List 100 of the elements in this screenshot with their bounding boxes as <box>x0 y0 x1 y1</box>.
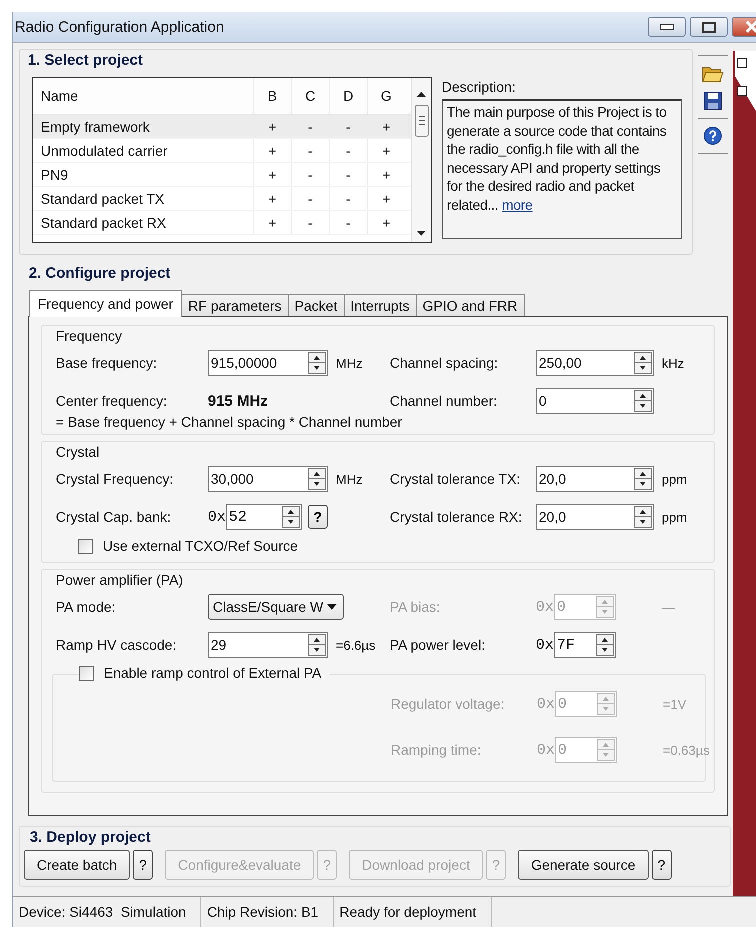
project-row[interactable]: Standard packet RX + - - + <box>33 211 411 235</box>
spin-field[interactable]: 7F <box>554 632 616 658</box>
status-text: Chip Revision: B1 <box>201 897 334 927</box>
project-row[interactable]: Standard packet TX + - - + <box>33 187 411 211</box>
unit-label: — <box>661 600 676 614</box>
status-text: Ready for deployment <box>334 897 492 927</box>
field-label: Channel number: <box>390 393 498 409</box>
group-title: Crystal <box>56 444 100 460</box>
spin-field[interactable]: 20,0 <box>536 504 654 530</box>
dropdown[interactable]: ClassE/Square W <box>208 594 344 620</box>
field-label: Ramp HV cascode: <box>56 637 178 653</box>
help-button[interactable]: ? <box>133 850 154 880</box>
section-title: 2. Configure project <box>29 265 172 282</box>
checkbox[interactable]: Use external TCXO/Ref Source <box>78 538 298 554</box>
action-button[interactable]: Create batch <box>24 850 130 880</box>
tab[interactable]: Interrupts <box>344 294 417 316</box>
more-link[interactable]: more <box>502 196 533 212</box>
field-label: Base frequency: <box>56 355 158 371</box>
column-header[interactable]: Name <box>33 88 253 104</box>
tab[interactable]: RF parameters <box>181 294 289 316</box>
spin-field[interactable]: 0 <box>536 388 654 414</box>
action-button[interactable]: Generate source <box>518 850 649 880</box>
hex-prefix: 0x <box>536 598 554 616</box>
spinner-icon[interactable] <box>634 468 652 490</box>
spin-field[interactable]: 250,00 <box>536 350 654 376</box>
tab[interactable]: Frequency and power <box>29 290 182 317</box>
help-button[interactable] <box>704 127 722 145</box>
table-cell: - <box>329 115 367 138</box>
table-cell: + <box>253 163 291 186</box>
minimize-button[interactable] <box>648 17 686 37</box>
spinner-icon[interactable] <box>596 634 614 656</box>
column-header[interactable]: D <box>329 78 367 114</box>
unit-label: ppm <box>661 472 688 486</box>
table-cell: - <box>291 115 329 138</box>
table-cell: + <box>367 115 405 138</box>
table-cell: - <box>329 187 367 210</box>
column-header[interactable]: B <box>253 78 291 114</box>
unit-label: =1V <box>662 696 688 712</box>
field-label: PA bias: <box>390 599 442 615</box>
spin-field[interactable]: 915,00000 <box>208 350 328 376</box>
field-label: Crystal Cap. bank: <box>56 509 172 525</box>
minimize-icon <box>660 24 674 30</box>
table-cell: + <box>253 211 291 234</box>
unit-label: MHz <box>335 472 364 486</box>
table-cell-text: Empty framework <box>40 118 151 134</box>
table-cell: + <box>253 139 291 162</box>
hex-prefix: 0x <box>537 696 556 712</box>
group-title: Frequency <box>56 328 122 344</box>
spinner-icon[interactable] <box>634 352 652 374</box>
spin-field[interactable]: 29 <box>208 632 328 658</box>
table-cell: + <box>253 187 291 210</box>
spinner-icon[interactable] <box>308 634 326 656</box>
window-title: Radio Configuration Application <box>14 18 224 36</box>
project-row[interactable]: Unmodulated carrier + - - + <box>33 139 411 163</box>
spinner-icon[interactable] <box>634 390 652 412</box>
section-title: 1. Select project <box>28 52 144 69</box>
spin-field[interactable]: 52 <box>226 504 302 530</box>
table-cell: - <box>329 211 367 234</box>
save-button[interactable] <box>704 92 722 110</box>
table-cell: - <box>291 139 329 162</box>
table-cell: - <box>329 163 367 186</box>
spinner-icon[interactable] <box>282 506 300 528</box>
scrollbar[interactable] <box>411 78 431 242</box>
table-cell: - <box>291 187 329 210</box>
spinner-icon[interactable] <box>308 468 326 490</box>
status-text: Device: Si4463 Simulation <box>13 897 202 927</box>
column-header[interactable]: C <box>291 78 329 114</box>
project-row[interactable]: PN9 + - - + <box>33 163 411 187</box>
maximize-button[interactable] <box>690 17 728 37</box>
column-header[interactable]: G <box>367 78 405 114</box>
tab[interactable]: GPIO and FRR <box>416 294 525 316</box>
spin-field[interactable]: 30,000 <box>208 466 328 492</box>
field-label: PA mode: <box>56 599 117 615</box>
table-cell-text: PN9 <box>40 166 70 182</box>
spinner-icon[interactable] <box>634 506 652 528</box>
help-button[interactable]: ? <box>652 850 672 880</box>
description-text: The main purpose of this Project is to generate a source code that contains the radio_config.h file with all the necessary API and property settings for the desired radio and packet related... more <box>442 99 682 239</box>
scroll-thumb[interactable] <box>414 105 428 137</box>
unit-label: =0.63µs <box>662 742 710 758</box>
scroll-down-icon[interactable] <box>417 231 426 236</box>
field-value: 915 MHz <box>208 392 268 410</box>
window-edge-drawing <box>735 51 756 111</box>
table-cell-text: Standard packet TX <box>40 190 166 206</box>
table-cell: + <box>367 139 405 162</box>
maximize-icon <box>702 22 716 32</box>
help-icon <box>704 127 722 145</box>
close-icon <box>745 21 756 33</box>
table-cell: + <box>367 211 405 234</box>
help-button[interactable]: ? <box>308 505 328 529</box>
checkbox[interactable]: Enable ramp control of External PA <box>79 665 330 681</box>
field-label: Ramping time: <box>391 742 482 758</box>
scroll-up-icon[interactable] <box>417 92 426 97</box>
description-label: Description: <box>442 79 517 95</box>
group-title: Power amplifier (PA) <box>56 572 184 588</box>
tab[interactable]: Packet <box>288 294 345 316</box>
table-cell: - <box>291 163 329 186</box>
spin-field[interactable]: 20,0 <box>536 466 654 492</box>
field-label: Crystal Frequency: <box>56 471 174 487</box>
project-row[interactable]: Empty framework + - - + <box>33 115 411 139</box>
spinner-icon[interactable] <box>308 352 326 374</box>
